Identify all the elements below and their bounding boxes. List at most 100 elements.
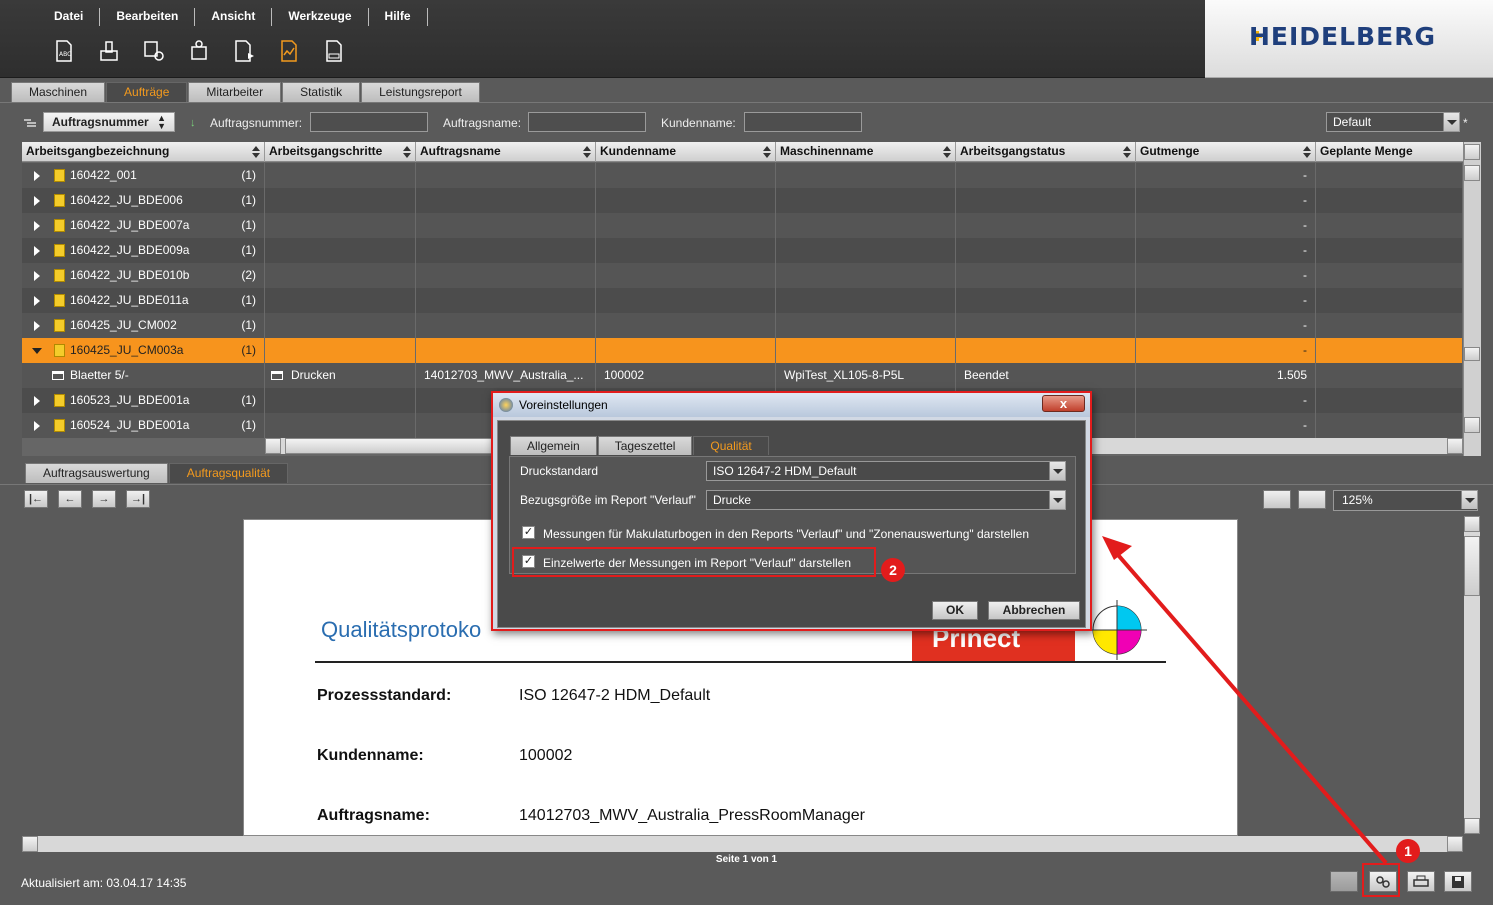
expand-icon[interactable] bbox=[34, 171, 40, 181]
tab-statistik[interactable]: Statistik bbox=[282, 82, 361, 102]
process-standard-key: Prozessstandard: bbox=[317, 687, 452, 704]
refresh-icon[interactable] bbox=[1330, 871, 1358, 892]
table-row-detail[interactable]: Blaetter 5/- Drucken 14012703_MWV_Australi… bbox=[22, 363, 1463, 388]
tab-mitarbeiter[interactable]: Mitarbeiter bbox=[188, 82, 282, 102]
grouping-icon[interactable] bbox=[24, 117, 36, 127]
scroll-up-icon[interactable] bbox=[1464, 516, 1480, 532]
column-chooser-icon[interactable] bbox=[1464, 144, 1480, 160]
scroll-down-icon[interactable] bbox=[1464, 818, 1480, 834]
sort-combo[interactable]: Auftragsnummer ▲ ▼ bbox=[43, 112, 175, 132]
menu-werkzeuge[interactable]: Werkzeuge bbox=[272, 8, 369, 26]
expand-icon[interactable] bbox=[34, 296, 40, 306]
table-row[interactable]: 160422_JU_BDE006 (1) - bbox=[22, 188, 1463, 213]
zoom-out-icon[interactable] bbox=[1298, 490, 1326, 509]
menu-bearbeiten[interactable]: Bearbeiten bbox=[100, 8, 196, 26]
col-arbeitsgangbezeichnung[interactable]: Arbeitsgangbezeichnung bbox=[22, 142, 265, 162]
tab-maschinen[interactable]: Maschinen bbox=[11, 82, 106, 102]
tab-tageszettel[interactable]: Tageszettel bbox=[597, 436, 693, 455]
sort-icon bbox=[403, 146, 411, 158]
table-row[interactable]: 160422_JU_BDE007a (1) - bbox=[22, 213, 1463, 238]
machine-settings-icon[interactable] bbox=[142, 38, 166, 64]
scroll-right-icon[interactable] bbox=[1447, 438, 1463, 454]
menu-bar: Datei Bearbeiten Ansicht Werkzeuge Hilfe bbox=[40, 8, 428, 26]
scroll-right-icon[interactable] bbox=[1447, 836, 1463, 852]
scroll-left-icon[interactable] bbox=[265, 438, 281, 454]
previous-page-icon[interactable]: ← bbox=[58, 490, 82, 508]
dialog-body: Allgemein Tageszettel Qualität Druckstan… bbox=[497, 420, 1086, 628]
scroll-thumb[interactable] bbox=[1464, 536, 1480, 596]
menu-datei[interactable]: Datei bbox=[40, 8, 101, 26]
zoom-in-icon[interactable] bbox=[1263, 490, 1291, 509]
table-row[interactable]: 160422_001 (1) - bbox=[22, 163, 1463, 188]
row-count: (1) bbox=[241, 418, 256, 432]
scroll-down-icon[interactable] bbox=[1464, 417, 1480, 433]
tab-qualitaet[interactable]: Qualität bbox=[693, 436, 769, 455]
collapse-icon[interactable] bbox=[32, 348, 42, 354]
ok-button[interactable]: OK bbox=[932, 601, 978, 620]
menu-hilfe[interactable]: Hilfe bbox=[369, 8, 428, 26]
dialog-titlebar[interactable]: Voreinstellungen bbox=[493, 393, 1090, 417]
col-geplante-menge[interactable]: Geplante Menge bbox=[1316, 142, 1463, 162]
close-button[interactable]: x bbox=[1042, 395, 1085, 412]
order-name-input[interactable] bbox=[528, 112, 646, 132]
tab-auftragsqualitaet[interactable]: Auftragsqualität bbox=[168, 463, 289, 483]
table-row[interactable]: 160425_JU_CM002 (1) - bbox=[22, 313, 1463, 338]
tab-leistungsreport[interactable]: Leistungsreport bbox=[361, 82, 480, 102]
expand-icon[interactable] bbox=[34, 246, 40, 256]
expand-icon[interactable] bbox=[34, 221, 40, 231]
toolbar: ABC bbox=[52, 38, 346, 64]
tab-allgemein[interactable]: Allgemein bbox=[510, 436, 597, 455]
table-row[interactable]: 160425_JU_CM003a (1) - bbox=[22, 338, 1463, 363]
job-list-icon[interactable] bbox=[232, 38, 256, 64]
expand-icon[interactable] bbox=[34, 196, 40, 206]
cancel-button[interactable]: Abbrechen bbox=[988, 601, 1080, 620]
customer-name-input[interactable] bbox=[744, 112, 862, 132]
quality-report-icon[interactable] bbox=[277, 38, 301, 64]
preset-select[interactable]: Default bbox=[1326, 112, 1460, 132]
row-label: 160422_001 bbox=[70, 168, 137, 182]
col-kundenname[interactable]: Kundenname bbox=[596, 142, 776, 162]
sort-direction-icon[interactable]: ↓ bbox=[190, 116, 200, 130]
job-report-icon[interactable]: ABC bbox=[52, 38, 76, 64]
expand-icon[interactable] bbox=[34, 271, 40, 281]
col-arbeitsgangstatus[interactable]: Arbeitsgangstatus bbox=[956, 142, 1136, 162]
svg-text:ABC: ABC bbox=[59, 51, 71, 58]
cell-empty bbox=[776, 338, 956, 363]
table-row[interactable]: 160422_JU_BDE010b (2) - bbox=[22, 263, 1463, 288]
expand-icon[interactable] bbox=[34, 321, 40, 331]
waste-sheets-checkbox[interactable]: ✓ bbox=[522, 526, 535, 539]
zoom-select[interactable]: 125% bbox=[1333, 490, 1478, 511]
process-standard-value: ISO 12647-2 HDM_Default bbox=[519, 687, 711, 704]
table-row[interactable]: 160422_JU_BDE011a (1) - bbox=[22, 288, 1463, 313]
reference-select[interactable]: Drucke bbox=[706, 490, 1066, 510]
tab-auftragsauswertung[interactable]: Auftragsauswertung bbox=[25, 463, 168, 483]
scroll-up-icon[interactable] bbox=[1464, 165, 1480, 181]
col-maschinenname[interactable]: Maschinenname bbox=[776, 142, 956, 162]
expand-icon[interactable] bbox=[34, 421, 40, 431]
cell-empty bbox=[956, 213, 1136, 238]
last-page-icon[interactable]: →| bbox=[126, 490, 150, 508]
scroll-thumb[interactable] bbox=[1464, 347, 1480, 361]
scroll-left-icon[interactable] bbox=[22, 836, 38, 852]
col-auftragsname[interactable]: Auftragsname bbox=[416, 142, 596, 162]
expand-icon[interactable] bbox=[34, 396, 40, 406]
first-page-icon[interactable]: |← bbox=[24, 490, 48, 508]
print-standard-select[interactable]: ISO 12647-2 HDM_Default bbox=[706, 461, 1066, 481]
table-row[interactable]: 160422_JU_BDE009a (1) - bbox=[22, 238, 1463, 263]
grid-vertical-scrollbar[interactable] bbox=[1463, 142, 1481, 456]
next-page-icon[interactable]: → bbox=[92, 490, 116, 508]
print-button[interactable] bbox=[1407, 871, 1435, 892]
col-gutmenge[interactable]: Gutmenge bbox=[1136, 142, 1316, 162]
cell-empty bbox=[416, 238, 596, 263]
col-arbeitsgangschritte[interactable]: Arbeitsgangschritte bbox=[265, 142, 416, 162]
save-button[interactable] bbox=[1444, 871, 1472, 892]
menu-ansicht[interactable]: Ansicht bbox=[195, 8, 273, 26]
order-number-input[interactable] bbox=[310, 112, 428, 132]
order-value: 14012703_MWV_Australia_PressRoomManager bbox=[519, 807, 865, 824]
report-vertical-scrollbar[interactable] bbox=[1464, 516, 1480, 834]
shift-report-icon[interactable] bbox=[187, 38, 211, 64]
document-icon[interactable] bbox=[322, 38, 346, 64]
tab-auftraege[interactable]: Aufträge bbox=[106, 82, 188, 102]
cell-good-qty: - bbox=[1136, 338, 1316, 363]
machine-report-icon[interactable] bbox=[97, 38, 121, 64]
